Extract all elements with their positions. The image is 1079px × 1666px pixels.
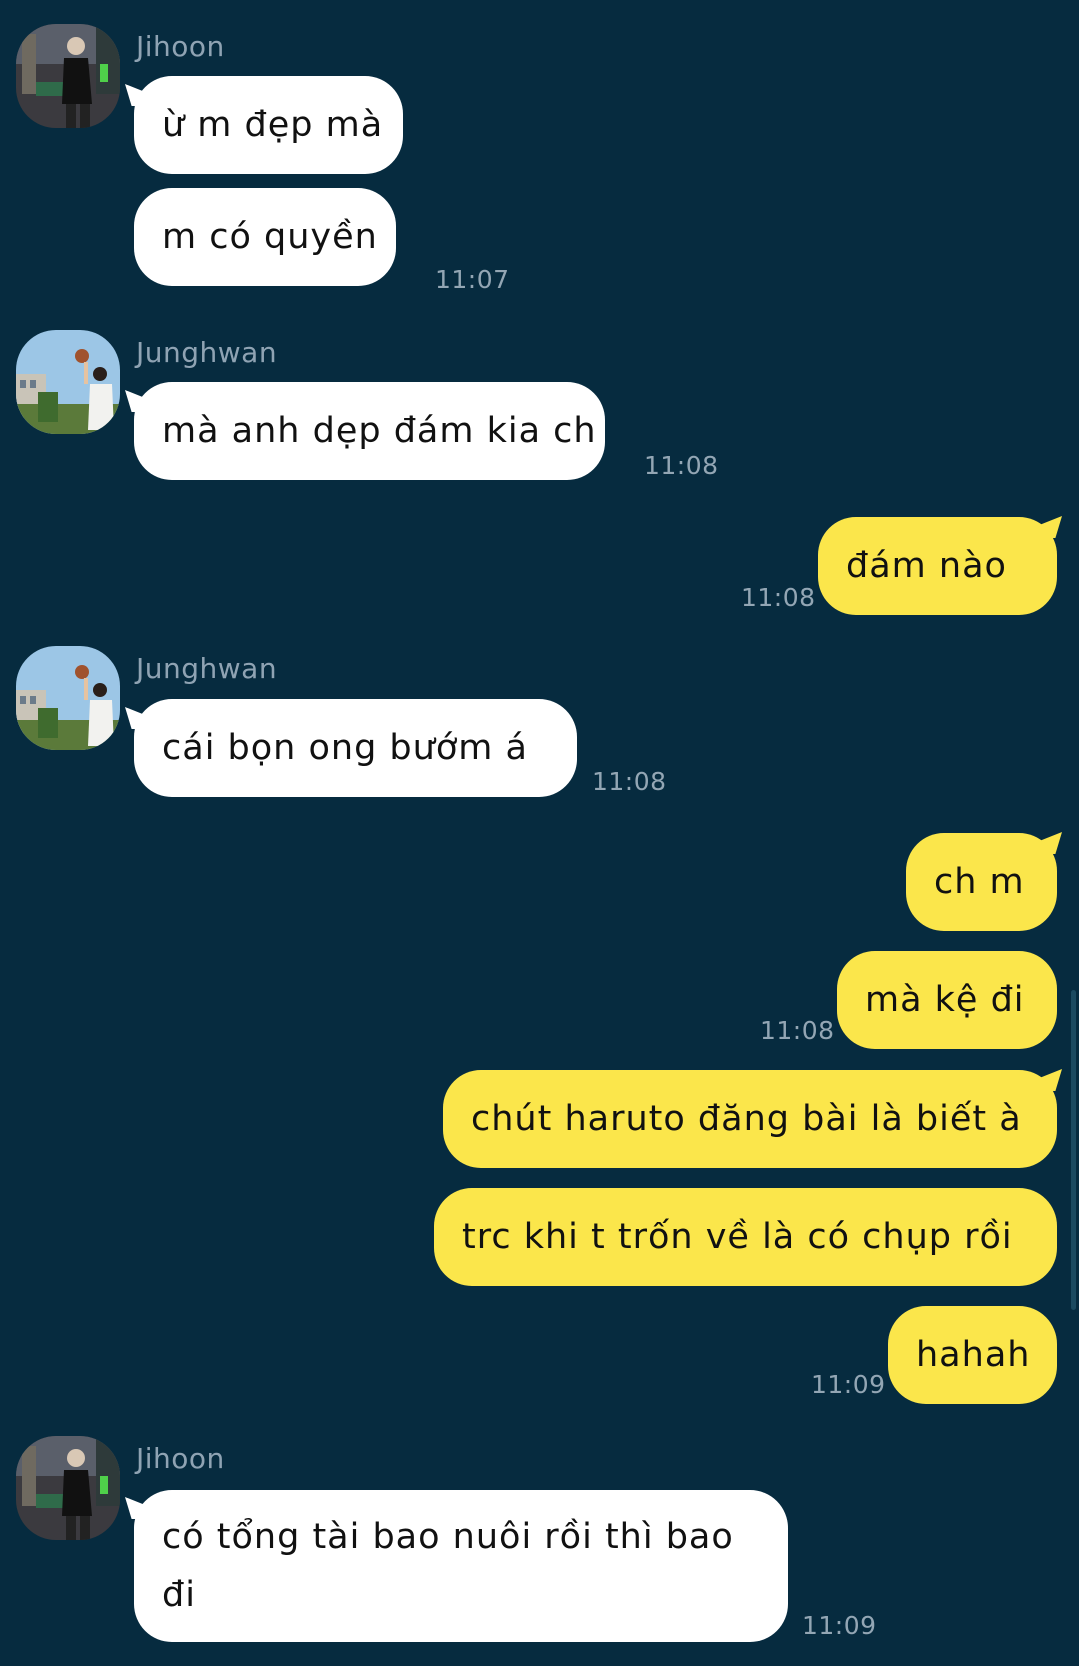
message-timestamp: 11:07: [435, 265, 510, 294]
message-timestamp: 11:09: [802, 1611, 877, 1640]
message-bubble-incoming[interactable]: cái bọn ong bướm á: [134, 699, 577, 797]
avatar-junghwan-photo: [16, 330, 120, 434]
avatar-jihoon[interactable]: [16, 24, 120, 128]
message-bubble-outgoing[interactable]: đám nào: [818, 517, 1057, 615]
message-bubble-incoming[interactable]: có tổng tài bao nuôi rồi thì bao đi: [134, 1490, 788, 1642]
message-bubble-outgoing[interactable]: chút haruto đăng bài là biết à: [443, 1070, 1057, 1168]
avatar-jihoon[interactable]: [16, 1436, 120, 1540]
message-timestamp: 11:09: [811, 1370, 886, 1399]
message-bubble-outgoing[interactable]: ch m: [906, 833, 1057, 931]
sender-name-jihoon: Jihoon: [136, 1442, 225, 1475]
message-bubble-outgoing[interactable]: hahah: [888, 1306, 1057, 1404]
sender-name-junghwan: Junghwan: [136, 652, 278, 685]
sender-name-jihoon: Jihoon: [136, 30, 225, 63]
avatar-junghwan[interactable]: [16, 646, 120, 750]
avatar-junghwan[interactable]: [16, 330, 120, 434]
message-bubble-incoming[interactable]: ừ m đẹp mà: [134, 76, 403, 174]
scrollbar[interactable]: [1071, 990, 1076, 1310]
message-bubble-outgoing[interactable]: trc khi t trốn về là có chụp rồi: [434, 1188, 1057, 1286]
message-bubble-outgoing[interactable]: mà kệ đi: [837, 951, 1057, 1049]
avatar-jihoon-photo: [16, 1436, 120, 1540]
avatar-junghwan-photo: [16, 646, 120, 750]
message-bubble-incoming[interactable]: m có quyền: [134, 188, 396, 286]
message-bubble-incoming[interactable]: mà anh dẹp đám kia ch: [134, 382, 605, 480]
message-timestamp: 11:08: [760, 1016, 835, 1045]
message-timestamp: 11:08: [741, 583, 816, 612]
message-timestamp: 11:08: [592, 767, 667, 796]
avatar-jihoon-photo: [16, 24, 120, 128]
message-timestamp: 11:08: [644, 451, 719, 480]
sender-name-junghwan: Junghwan: [136, 336, 278, 369]
